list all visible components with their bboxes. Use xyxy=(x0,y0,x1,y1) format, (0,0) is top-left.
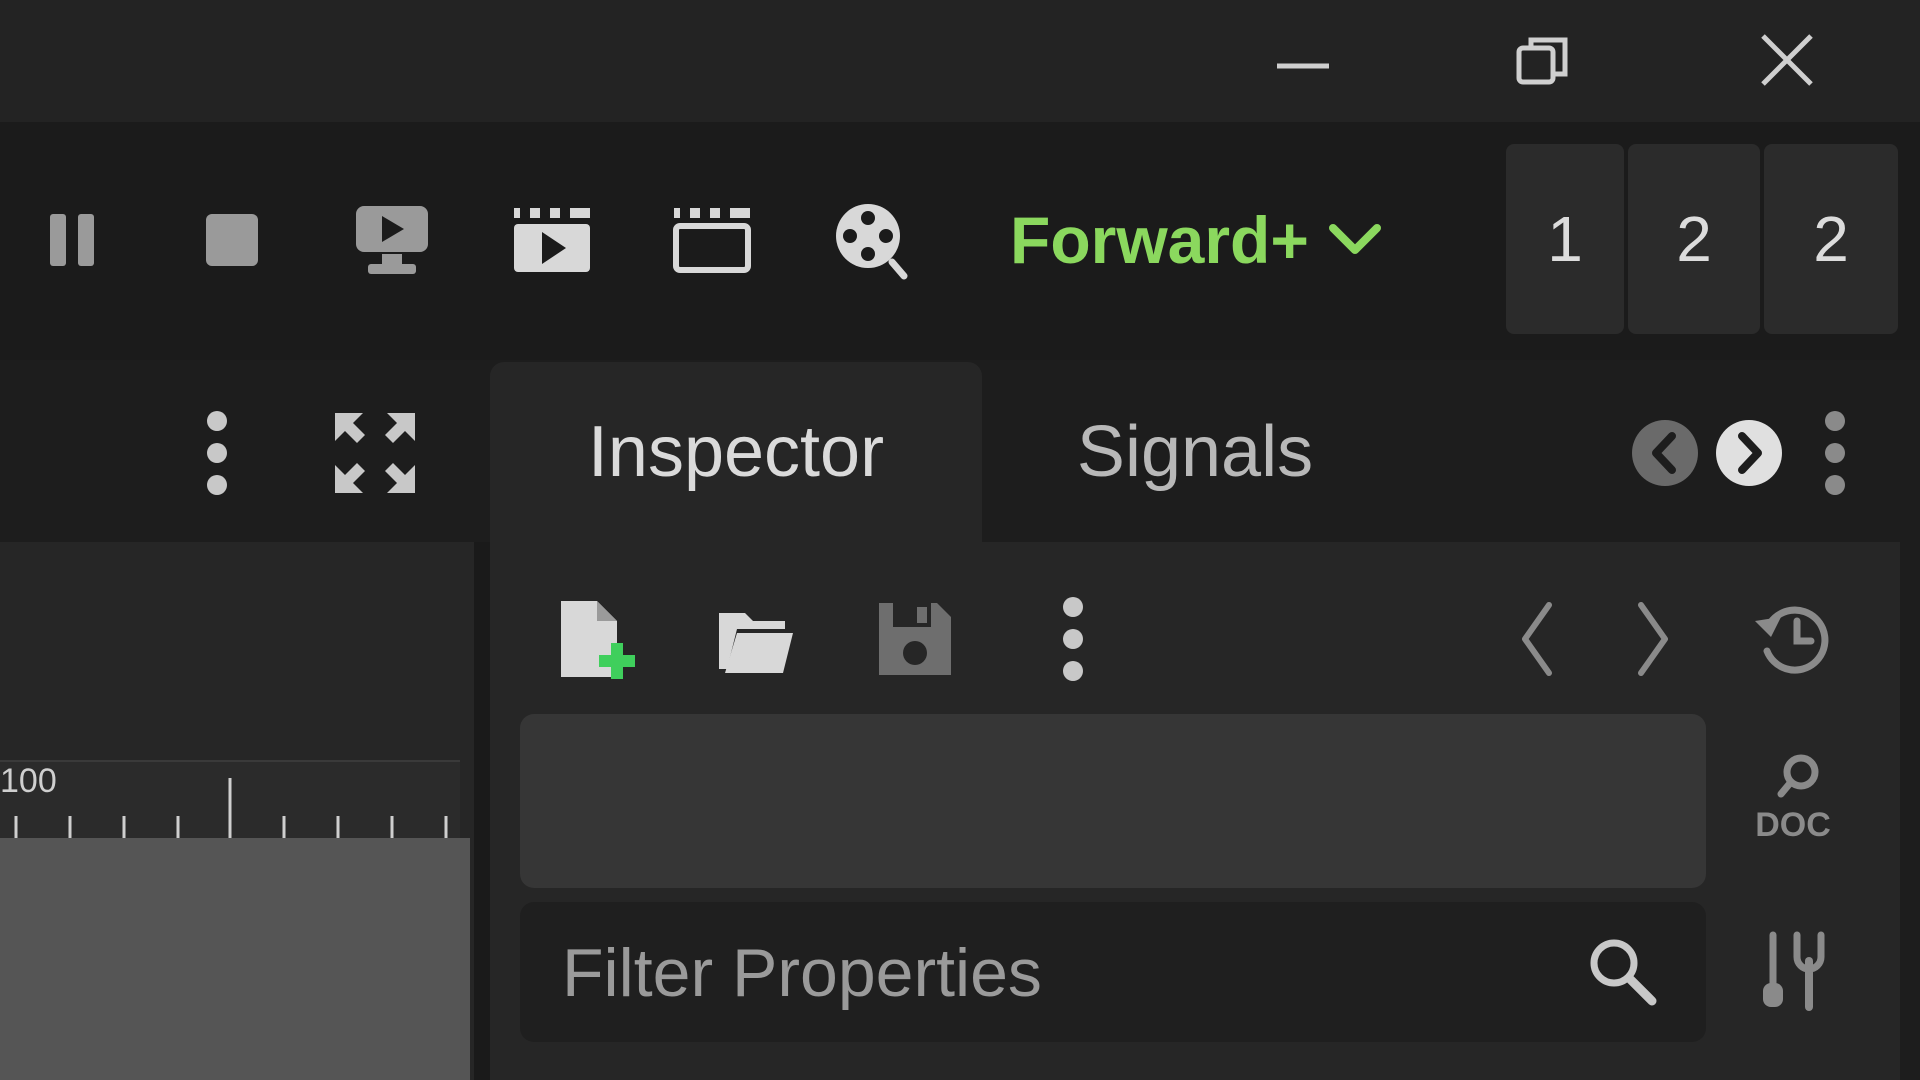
open-documentation-button[interactable]: DOC xyxy=(1748,752,1838,842)
fullscreen-button[interactable] xyxy=(330,408,420,498)
filter-properties-field[interactable] xyxy=(520,902,1706,1044)
renderer-label: Forward+ xyxy=(1010,203,1309,277)
pause-icon xyxy=(50,214,94,266)
play-custom-scene-button[interactable] xyxy=(662,190,762,290)
vertical-dots-icon xyxy=(207,411,227,495)
svg-text:DOC: DOC xyxy=(1755,806,1831,842)
ruler xyxy=(0,760,460,840)
tab-scroll-right-button[interactable] xyxy=(1704,408,1794,498)
restore-button[interactable] xyxy=(1498,20,1588,100)
history-back-button[interactable] xyxy=(1492,594,1582,684)
play-custom-scene-icon xyxy=(673,208,751,273)
title-bar xyxy=(0,0,1920,122)
panel-divider[interactable] xyxy=(474,542,490,1080)
tab-inspector[interactable]: Inspector xyxy=(490,362,982,542)
counter-2: 2 xyxy=(1628,144,1760,334)
chevron-left-icon xyxy=(1522,602,1552,676)
circle-chevron-right-icon xyxy=(1716,420,1782,486)
close-icon xyxy=(1761,34,1813,86)
remote-debug-icon xyxy=(356,206,428,274)
open-documentation-icon: DOC xyxy=(1755,754,1831,842)
load-resource-icon xyxy=(719,613,793,673)
ruler-ticks xyxy=(14,778,448,838)
counter-1: 1 xyxy=(1506,144,1624,334)
tab-signals[interactable]: Signals xyxy=(1000,362,1390,542)
inspector-options-button[interactable] xyxy=(1028,594,1118,684)
search-icon xyxy=(1590,939,1657,1006)
object-path-bar[interactable] xyxy=(520,714,1706,888)
circle-chevron-left-icon xyxy=(1632,420,1698,486)
object-history-icon xyxy=(1755,606,1829,674)
history-forward-button[interactable] xyxy=(1608,594,1698,684)
restore-icon xyxy=(1516,37,1568,85)
chevron-down-icon xyxy=(1328,224,1381,254)
remote-debug-button[interactable] xyxy=(342,190,442,290)
play-scene-icon xyxy=(514,208,590,272)
vertical-dots-icon xyxy=(1825,411,1845,495)
search-button[interactable] xyxy=(1578,927,1668,1017)
load-resource-button[interactable] xyxy=(710,594,800,684)
play-scene-button[interactable] xyxy=(502,190,602,290)
filter-properties-input[interactable] xyxy=(560,902,1544,1044)
pause-button[interactable] xyxy=(22,190,122,290)
chevron-right-icon xyxy=(1638,602,1668,676)
expand-icon xyxy=(335,413,415,493)
ruler-label: 100 xyxy=(0,762,57,800)
viewport-menu-button[interactable] xyxy=(172,408,262,498)
movie-maker-icon xyxy=(836,204,908,280)
save-resource-icon xyxy=(879,603,951,675)
dock-menu-button[interactable] xyxy=(1790,408,1880,498)
new-resource-icon xyxy=(561,601,635,679)
minimize-icon xyxy=(1277,63,1329,69)
stop-button[interactable] xyxy=(182,190,282,290)
vertical-dots-icon xyxy=(1063,597,1083,681)
renderer-dropdown[interactable]: Forward+ xyxy=(1010,190,1383,290)
save-resource-button[interactable] xyxy=(870,594,960,684)
minimize-button[interactable] xyxy=(1258,20,1348,100)
movie-maker-button[interactable] xyxy=(822,190,922,290)
tab-scroll-left-button[interactable] xyxy=(1620,408,1710,498)
stop-icon xyxy=(206,214,258,266)
viewport-canvas[interactable] xyxy=(0,838,470,1080)
counter-3: 2 xyxy=(1764,144,1898,334)
property-filter-options-icon xyxy=(1763,931,1825,1011)
close-button[interactable] xyxy=(1742,20,1832,100)
object-history-button[interactable] xyxy=(1748,594,1838,684)
property-filter-options-button[interactable] xyxy=(1748,926,1838,1016)
new-resource-button[interactable] xyxy=(550,594,640,684)
